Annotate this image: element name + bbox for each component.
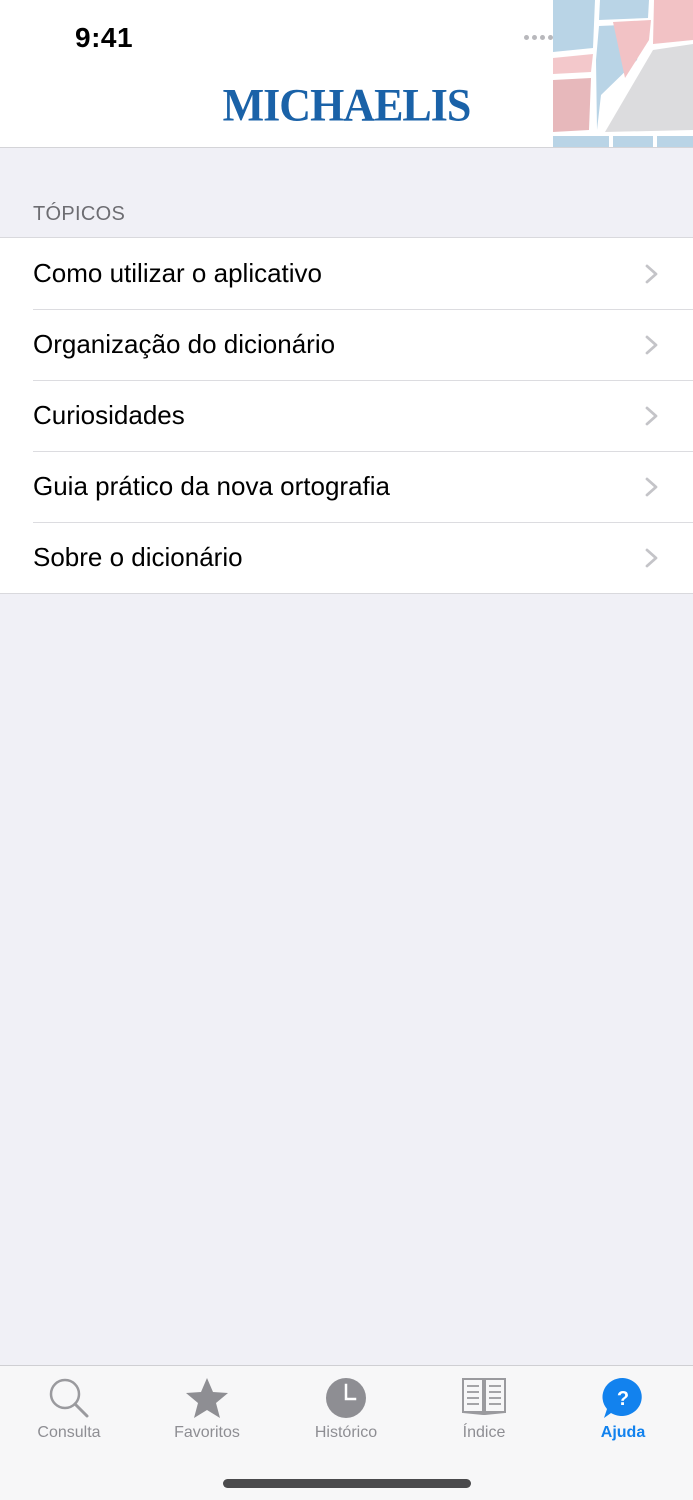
section-title: TÓPICOS xyxy=(33,203,126,225)
tab-ajuda[interactable]: ? Ajuda xyxy=(554,1366,692,1446)
tab-label: Consulta xyxy=(37,1424,101,1441)
topic-row-organizacao[interactable]: Organização do dicionário xyxy=(0,309,693,380)
chevron-right-icon xyxy=(645,406,658,426)
book-icon xyxy=(462,1378,506,1415)
topic-label: Curiosidades xyxy=(33,400,185,430)
topic-row-curiosidades[interactable]: Curiosidades xyxy=(0,380,693,451)
topic-label: Sobre o dicionário xyxy=(33,542,243,572)
topics-list: Como utilizar o aplicativo Organização d… xyxy=(0,237,693,594)
navigation-header: 9:41 MICHAELIS xyxy=(0,0,693,148)
topic-row-como-utilizar[interactable]: Como utilizar o aplicativo xyxy=(0,238,693,309)
clock-icon xyxy=(326,1378,366,1418)
chevron-right-icon xyxy=(645,548,658,568)
svg-text:?: ? xyxy=(617,1388,629,1410)
tab-indice[interactable]: Índice xyxy=(415,1366,553,1446)
tab-historico[interactable]: Histórico xyxy=(277,1366,415,1446)
topic-label: Guia prático da nova ortografia xyxy=(33,471,390,501)
topic-row-sobre[interactable]: Sobre o dicionário xyxy=(0,522,693,593)
signal-icon xyxy=(524,34,553,40)
home-indicator[interactable] xyxy=(223,1479,471,1488)
tab-label: Índice xyxy=(462,1424,506,1441)
chevron-right-icon xyxy=(645,477,658,497)
tab-label: Ajuda xyxy=(600,1424,646,1441)
search-icon xyxy=(49,1378,89,1418)
tab-label: Histórico xyxy=(314,1424,378,1441)
decorative-map-graphic xyxy=(553,0,693,147)
chevron-right-icon xyxy=(645,335,658,355)
help-icon: ? xyxy=(602,1377,642,1418)
topic-row-guia-ortografia[interactable]: Guia prático da nova ortografia xyxy=(0,451,693,522)
chevron-right-icon xyxy=(645,264,658,284)
tab-bar: Consulta Favoritos Histórico Índice ? Aj… xyxy=(0,1365,693,1500)
status-time: 9:41 xyxy=(75,22,134,53)
tab-favoritos[interactable]: Favoritos xyxy=(138,1366,276,1446)
tab-label: Favoritos xyxy=(174,1424,240,1441)
star-icon xyxy=(186,1378,228,1418)
topic-label: Como utilizar o aplicativo xyxy=(33,258,323,288)
tab-consulta[interactable]: Consulta xyxy=(0,1366,138,1446)
topic-label: Organização do dicionário xyxy=(33,329,336,359)
